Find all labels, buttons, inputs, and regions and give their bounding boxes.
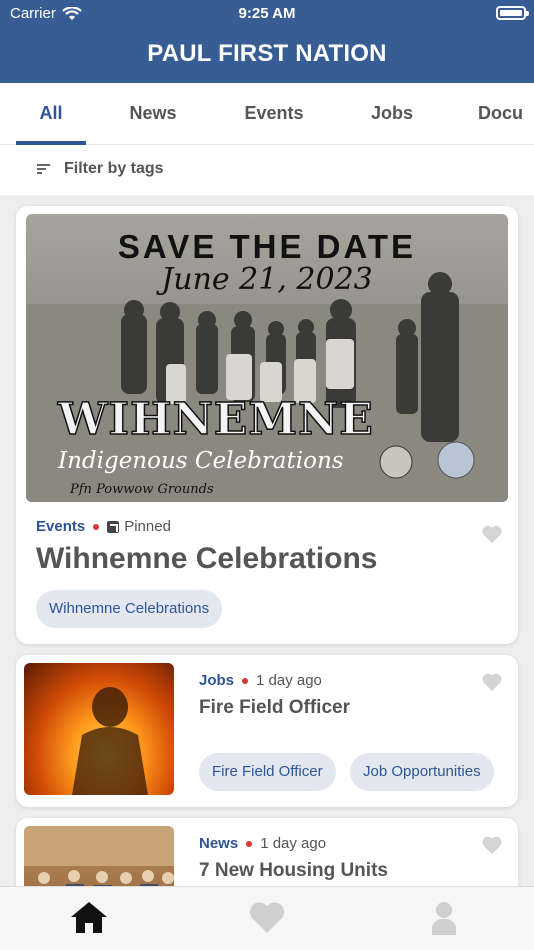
time-ago: 1 day ago [256, 672, 322, 689]
clock: 9:25 AM [238, 5, 296, 22]
tab-documents[interactable]: Docu [478, 83, 534, 145]
status-bar: Carrier 9:25 AM [0, 0, 534, 28]
category-label: Events [36, 518, 86, 535]
pin-icon [107, 520, 120, 533]
tag-chip[interactable]: Job Opportunities [350, 753, 494, 791]
tab-jobs[interactable]: Jobs [360, 83, 424, 145]
separator-dot [242, 677, 249, 684]
heart-icon[interactable] [247, 899, 287, 937]
tab-all[interactable]: All [16, 83, 86, 145]
bottom-navigation [0, 886, 534, 950]
separator-dot [246, 840, 253, 847]
app-header: Carrier 9:25 AM PAUL FIRST NATION [0, 0, 534, 83]
filter-icon [37, 164, 50, 174]
feed-card-jobs[interactable]: Jobs 1 day ago Fire Field Officer Fire F… [16, 655, 518, 807]
card-meta: News 1 day ago [199, 835, 326, 852]
card-title: Wihnemne Celebrations [36, 542, 378, 575]
card-meta: Jobs 1 day ago [199, 672, 322, 689]
favorite-heart-icon[interactable] [481, 672, 503, 692]
poster-event-name: WIHNEMNE [57, 393, 374, 446]
card-meta: Events Pinned [36, 518, 171, 535]
event-poster-image: SAVE THE DATE June 21, 2023 WIHNEMNE Ind… [26, 214, 508, 502]
feed-card-events[interactable]: SAVE THE DATE June 21, 2023 WIHNEMNE Ind… [16, 206, 518, 644]
tag-chip[interactable]: Fire Field Officer [199, 753, 336, 791]
category-label: News [199, 835, 239, 852]
filter-label: Filter by tags [64, 160, 164, 177]
pinned-indicator: Pinned [107, 518, 171, 535]
filter-bar[interactable]: Filter by tags [0, 145, 534, 195]
poster-location: Pfn Powwow Grounds [70, 482, 214, 497]
fire-officer-thumbnail [24, 663, 174, 795]
time-ago: 1 day ago [260, 835, 327, 852]
poster-subtitle: Indigenous Celebrations [58, 448, 344, 474]
profile-icon[interactable] [424, 899, 464, 937]
pinned-label: Pinned [124, 518, 171, 535]
separator-dot [93, 523, 100, 530]
tag-chip[interactable]: Wihnemne Celebrations [36, 590, 223, 628]
firefighter-silhouette [72, 687, 148, 795]
poster-headline: SAVE THE DATE [117, 228, 417, 265]
battery-icon [496, 6, 529, 20]
tab-events[interactable]: Events [234, 83, 314, 145]
poster-date: June 21, 2023 [161, 262, 373, 297]
category-label: Jobs [199, 672, 235, 689]
category-tabs: All News Events Jobs Docu [0, 83, 534, 145]
tab-news[interactable]: News [118, 83, 188, 145]
favorite-heart-icon[interactable] [481, 524, 503, 544]
app-title: PAUL FIRST NATION [147, 40, 387, 67]
card-title: 7 New Housing Units [199, 860, 388, 881]
favorite-heart-icon[interactable] [481, 835, 503, 855]
home-icon[interactable] [69, 899, 109, 937]
card-title: Fire Field Officer [199, 697, 350, 718]
